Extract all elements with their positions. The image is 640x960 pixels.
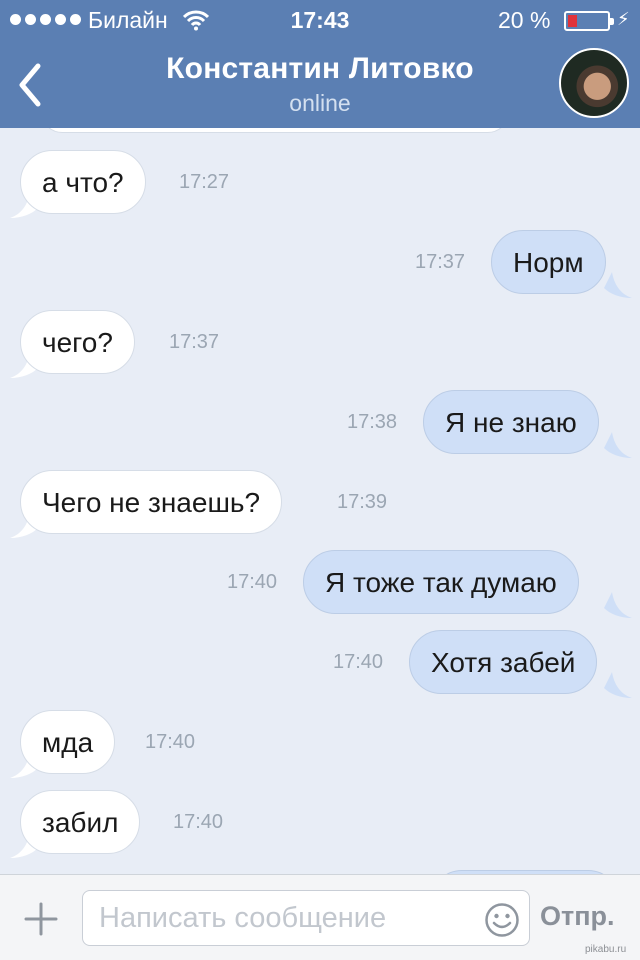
message-row: забил 17:40	[0, 790, 640, 858]
message-bubble[interactable]: чего?	[20, 310, 135, 374]
message-bubble[interactable]: Я не знаю	[423, 390, 599, 454]
chat-screen: Билайн 17:43 20 % ⚡ Константин Литовко o…	[0, 0, 640, 960]
bubble-tail	[604, 672, 632, 698]
message-time: 17:38	[347, 411, 398, 433]
bubble-tail	[604, 432, 632, 458]
bubble-tail	[604, 272, 632, 298]
message-time: 17:37	[169, 331, 220, 353]
message-bubble[interactable]: мда	[20, 710, 116, 774]
message-row: Хотя забей 17:40	[0, 630, 640, 698]
message-time: 17:40	[173, 811, 224, 833]
smile-icon[interactable]	[484, 902, 520, 938]
message-row: Чего не знаешь? 17:39	[0, 470, 640, 538]
message-list[interactable]: а что? 17:27 Норм 17:37 чего? 17:37 Я не…	[0, 88, 640, 934]
composer-bar: Отпр.	[0, 874, 640, 960]
bubble-tail	[604, 592, 632, 618]
message-row: Я не знаю 17:38	[0, 390, 640, 458]
message-input[interactable]	[82, 890, 530, 946]
plus-icon[interactable]	[24, 902, 58, 936]
message-bubble[interactable]: Я тоже так думаю	[303, 550, 579, 614]
send-button[interactable]: Отпр.	[540, 901, 615, 932]
message-time: 17:40	[227, 571, 278, 593]
message-row: а что? 17:27	[0, 150, 640, 218]
message-time: 17:39	[337, 491, 388, 513]
message-row: мда 17:40	[0, 710, 640, 778]
message-row: Я тоже так думаю 17:40	[0, 550, 640, 618]
message-time: 17:40	[333, 651, 384, 673]
battery-icon	[564, 11, 614, 31]
contact-name[interactable]: Константин Литовко	[0, 52, 640, 86]
message-bubble[interactable]: Норм	[491, 230, 606, 294]
bolt-icon: ⚡	[617, 9, 630, 29]
message-time: 17:40	[145, 731, 196, 753]
watermark: pikabu.ru	[585, 944, 627, 955]
battery-percentage: 20 %	[498, 7, 551, 33]
message-bubble[interactable]: Хотя забей	[409, 630, 598, 694]
message-row: Норм 17:37	[0, 230, 640, 298]
message-bubble[interactable]: Чего не знаешь?	[20, 470, 283, 534]
status-bar: Билайн 17:43 20 % ⚡	[0, 0, 640, 40]
chat-header: Билайн 17:43 20 % ⚡ Константин Литовко o…	[0, 0, 640, 128]
message-time: 17:37	[415, 251, 466, 273]
message-row: чего? 17:37	[0, 310, 640, 378]
avatar[interactable]	[559, 48, 629, 118]
message-bubble[interactable]: забил	[20, 790, 141, 854]
contact-status: online	[289, 90, 351, 116]
message-bubble[interactable]: а что?	[20, 150, 146, 214]
message-time: 17:27	[179, 171, 230, 193]
